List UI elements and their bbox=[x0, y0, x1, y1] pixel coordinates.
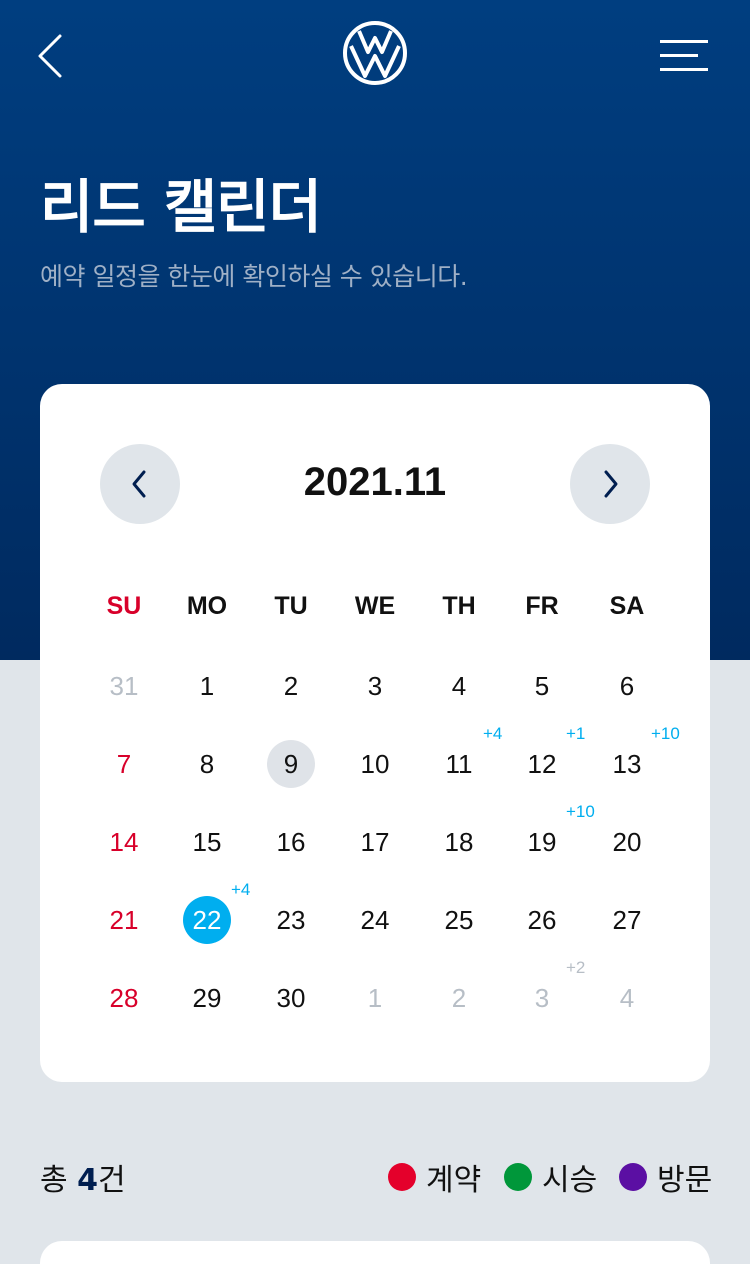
day-cell[interactable]: 2 bbox=[435, 974, 483, 1022]
weekday-header: SU bbox=[106, 592, 142, 620]
day-cell[interactable]: 20 bbox=[603, 818, 651, 866]
page-subtitle: 예약 일정을 한눈에 확인하실 수 있습니다. bbox=[40, 262, 468, 291]
day-cell[interactable]: 4 bbox=[435, 662, 483, 710]
day-cell[interactable]: 11 bbox=[435, 740, 483, 788]
day-cell[interactable]: 3 bbox=[518, 974, 566, 1022]
legend-contract: 계약 bbox=[388, 1155, 481, 1199]
legend-label-contract: 계약 bbox=[426, 1163, 482, 1198]
day-cell[interactable]: 28 bbox=[100, 974, 148, 1022]
event-count-badge: +4 bbox=[231, 880, 251, 899]
day-cell[interactable]: 17 bbox=[351, 818, 399, 866]
back-button[interactable] bbox=[30, 32, 74, 80]
day-cell[interactable]: 15 bbox=[183, 818, 231, 866]
vw-logo bbox=[342, 20, 408, 86]
day-cell[interactable]: 7 bbox=[100, 740, 148, 788]
day-cell[interactable]: 1 bbox=[183, 662, 231, 710]
day-cell[interactable]: 3 bbox=[351, 662, 399, 710]
page-title: 리드 캘린더 bbox=[40, 173, 322, 241]
total-count-suffix: 건 bbox=[98, 1163, 126, 1198]
day-cell[interactable]: 2 bbox=[267, 662, 315, 710]
day-cell[interactable]: 14 bbox=[100, 818, 148, 866]
day-cell[interactable]: 10 bbox=[351, 740, 399, 788]
menu-icon-line bbox=[660, 68, 708, 71]
total-count-value: 4 bbox=[77, 1163, 99, 1198]
top-bar bbox=[0, 0, 750, 110]
event-count-badge: +10 bbox=[566, 802, 595, 821]
weekday-header: SA bbox=[609, 592, 645, 620]
day-cell[interactable]: 26 bbox=[518, 896, 566, 944]
day-cell[interactable]: 23 bbox=[267, 896, 315, 944]
next-month-button[interactable] bbox=[570, 444, 650, 524]
day-cell[interactable]: 25 bbox=[435, 896, 483, 944]
legend-label-testdrive: 시승 bbox=[542, 1163, 598, 1198]
calendar-card: 2021.11 SU MO TU WE TH FR SA 31 1 2 3 4 5 6 7 8 9 10 11 +4 1… bbox=[40, 384, 710, 1082]
event-count-badge: +10 bbox=[651, 724, 680, 743]
menu-button[interactable] bbox=[660, 40, 712, 74]
legend-dot-testdrive bbox=[504, 1163, 532, 1191]
legend-label-visit: 방문 bbox=[657, 1163, 713, 1198]
event-count-badge: +4 bbox=[483, 724, 503, 743]
menu-icon-line bbox=[660, 54, 698, 57]
total-count-prefix: 총 bbox=[40, 1163, 68, 1198]
legend-dot-visit bbox=[619, 1163, 647, 1191]
day-cell[interactable]: 24 bbox=[351, 896, 399, 944]
weekday-header: FR bbox=[525, 592, 559, 620]
event-count-badge: +2 bbox=[566, 958, 586, 977]
chevron-left-icon bbox=[38, 34, 62, 78]
day-cell[interactable]: 13 bbox=[603, 740, 651, 788]
legend-visit: 방문 bbox=[619, 1155, 712, 1199]
day-cell[interactable]: 18 bbox=[435, 818, 483, 866]
lead-list-card bbox=[40, 1241, 710, 1264]
weekday-header: WE bbox=[354, 592, 396, 620]
day-cell[interactable]: 29 bbox=[183, 974, 231, 1022]
event-count-badge: +1 bbox=[566, 724, 586, 743]
day-cell[interactable]: 19 bbox=[518, 818, 566, 866]
legend-dot-contract bbox=[388, 1163, 416, 1191]
day-cell[interactable]: 6 bbox=[603, 662, 651, 710]
weekday-header: TH bbox=[442, 592, 476, 620]
day-cell[interactable]: 21 bbox=[100, 896, 148, 944]
menu-icon bbox=[660, 40, 708, 43]
chevron-right-icon bbox=[604, 470, 618, 498]
day-cell-today[interactable]: 9 bbox=[267, 740, 315, 788]
legend-testdrive: 시승 bbox=[504, 1155, 597, 1199]
total-count: 총 4건 bbox=[40, 1155, 126, 1199]
day-cell[interactable]: 4 bbox=[603, 974, 651, 1022]
day-cell-selected[interactable]: 22 bbox=[183, 896, 231, 944]
day-cell[interactable]: 8 bbox=[183, 740, 231, 788]
day-cell[interactable]: 1 bbox=[351, 974, 399, 1022]
day-cell[interactable]: 31 bbox=[100, 662, 148, 710]
day-cell[interactable]: 30 bbox=[267, 974, 315, 1022]
day-cell[interactable]: 27 bbox=[603, 896, 651, 944]
day-cell[interactable]: 12 bbox=[518, 740, 566, 788]
weekday-header: MO bbox=[186, 592, 228, 620]
day-cell[interactable]: 5 bbox=[518, 662, 566, 710]
weekday-header: TU bbox=[274, 592, 308, 620]
day-cell[interactable]: 16 bbox=[267, 818, 315, 866]
